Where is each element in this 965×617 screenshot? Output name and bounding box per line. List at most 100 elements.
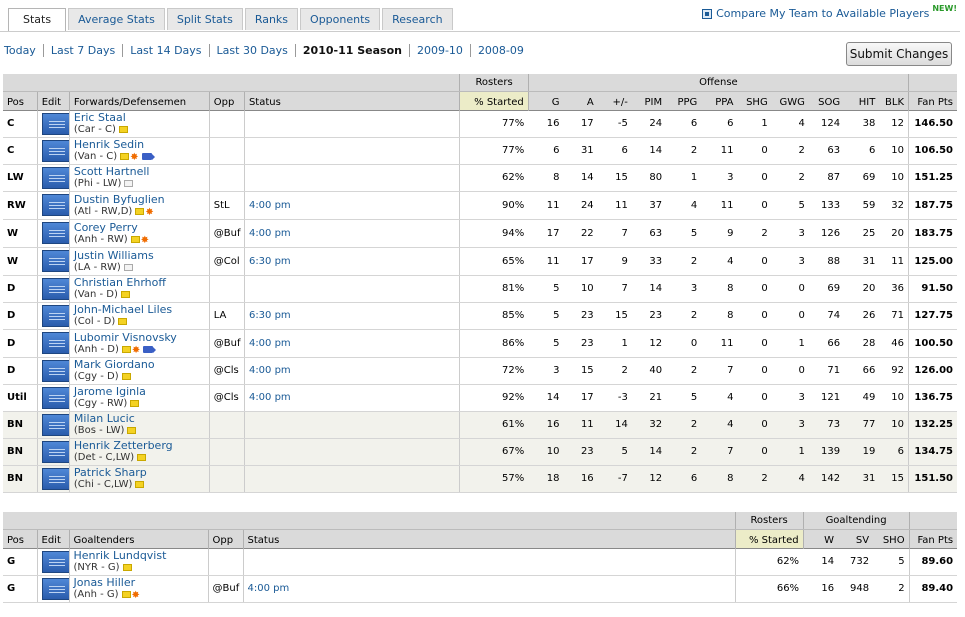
player-note-icon[interactable] xyxy=(118,318,128,325)
date-filter-2008-09[interactable]: 2008-09 xyxy=(469,44,531,57)
player-note-icon[interactable] xyxy=(130,235,140,243)
edit-position-button[interactable] xyxy=(41,139,69,162)
edit-position-button[interactable] xyxy=(41,577,68,600)
edit-position-button[interactable] xyxy=(41,386,69,409)
compare-link-text[interactable]: Compare My Team to Available Players xyxy=(716,7,929,20)
tab-split-stats[interactable]: Split Stats xyxy=(166,8,243,30)
date-filter-2010-11-season[interactable]: 2010-11 Season xyxy=(294,44,409,57)
player-name-link[interactable]: Henrik Lundqvist xyxy=(74,549,167,562)
tab-ranks[interactable]: Ranks xyxy=(244,8,299,30)
player-name-link[interactable]: Christian Ehrhoff xyxy=(74,276,166,289)
stat-w: 16 xyxy=(803,575,839,603)
tab-research[interactable]: Research xyxy=(382,8,453,30)
col-g[interactable]: G xyxy=(527,91,564,110)
edit-position-button[interactable] xyxy=(41,359,69,382)
edit-position-button[interactable] xyxy=(41,550,68,573)
stat-pm: 9 xyxy=(597,247,632,276)
player-name-link[interactable]: Mark Giordano xyxy=(74,358,155,371)
col-pct-started[interactable]: % Started xyxy=(734,529,804,548)
tab-stats[interactable]: Stats xyxy=(8,8,67,32)
edit-position-button[interactable] xyxy=(41,277,69,300)
date-filter-last-30-days[interactable]: Last 30 Days xyxy=(208,44,295,57)
video-icon[interactable] xyxy=(143,345,157,353)
date-filter-2009-10[interactable]: 2009-10 xyxy=(408,44,470,57)
player-note-icon[interactable] xyxy=(135,207,145,215)
col-status[interactable]: Status xyxy=(242,529,736,548)
col-name[interactable]: Goaltenders xyxy=(68,529,208,548)
col-pos[interactable]: Pos xyxy=(3,529,37,548)
col-fan-pts[interactable]: Fan Pts xyxy=(908,91,957,110)
col-status[interactable]: Status xyxy=(243,91,460,110)
col-name[interactable]: Forwards/Defensemen xyxy=(68,91,210,110)
player-note-icon[interactable] xyxy=(118,126,128,133)
col-pim[interactable]: PIM xyxy=(631,91,667,110)
col-opp[interactable]: Opp xyxy=(207,529,243,548)
player-note-icon[interactable] xyxy=(127,427,137,434)
date-filter-last-14-days[interactable]: Last 14 Days xyxy=(122,44,208,57)
edit-position-button[interactable] xyxy=(41,194,69,216)
col-pct-started[interactable]: % Started xyxy=(459,91,529,110)
player-note-icon[interactable] xyxy=(123,263,133,271)
player-name-link[interactable]: Scott Hartnell xyxy=(74,165,150,178)
col-gwg[interactable]: GWG xyxy=(771,91,809,110)
tab-opponents[interactable]: Opponents xyxy=(300,8,381,30)
player-name-link[interactable]: Dustin Byfuglien xyxy=(74,193,165,206)
player-note-icon[interactable] xyxy=(121,345,131,353)
col-w[interactable]: W xyxy=(802,529,839,548)
col-shg[interactable]: SHG xyxy=(737,91,772,110)
col-opp[interactable]: Opp xyxy=(208,91,245,110)
player-name-link[interactable]: Eric Staal xyxy=(74,111,126,124)
stat-a: 17 xyxy=(563,110,598,138)
player-name-link[interactable]: Jonas Hiller xyxy=(74,576,136,589)
new-note-icon: ✸ xyxy=(140,234,149,246)
player-name-link[interactable]: Justin Williams xyxy=(74,249,154,262)
player-name-link[interactable]: John-Michael Liles xyxy=(74,303,172,316)
tab-average-stats[interactable]: Average Stats xyxy=(68,8,165,30)
edit-cell xyxy=(37,548,70,576)
col-a[interactable]: A xyxy=(563,91,598,110)
player-note-icon[interactable] xyxy=(120,291,130,298)
edit-position-button[interactable] xyxy=(41,112,69,135)
player-note-icon[interactable] xyxy=(121,591,131,598)
stat-ppg: 6 xyxy=(666,110,702,138)
player-note-icon[interactable] xyxy=(124,180,134,187)
stat-ppg: 2 xyxy=(666,247,702,276)
player-name-link[interactable]: Corey Perry xyxy=(74,221,138,234)
player-name-link[interactable]: Patrick Sharp xyxy=(74,466,147,479)
col-pos[interactable]: Pos xyxy=(3,91,38,110)
compare-link[interactable]: Compare My Team to Available Players NEW… xyxy=(702,4,957,20)
player-note-icon[interactable] xyxy=(130,400,140,407)
col-hit[interactable]: HIT xyxy=(844,91,880,110)
player-name-link[interactable]: Henrik Sedin xyxy=(74,138,144,151)
video-icon[interactable] xyxy=(141,153,155,160)
player-name-link[interactable]: Henrik Zetterberg xyxy=(74,439,173,452)
col-sog[interactable]: SOG xyxy=(808,91,845,110)
col-ppg[interactable]: PPG xyxy=(666,91,702,110)
edit-position-button[interactable] xyxy=(41,467,69,490)
col-ppa[interactable]: PPA xyxy=(701,91,738,110)
edit-position-button[interactable] xyxy=(41,304,69,327)
date-filter-last-7-days[interactable]: Last 7 Days xyxy=(42,44,122,57)
col-plus-minus[interactable]: +/- xyxy=(597,91,632,110)
player-name-link[interactable]: Jarome Iginla xyxy=(74,385,146,398)
edit-position-button[interactable] xyxy=(41,222,69,244)
player-name-link[interactable]: Milan Lucic xyxy=(74,412,135,425)
player-name-link[interactable]: Lubomir Visnovsky xyxy=(74,331,177,344)
col-fan-pts[interactable]: Fan Pts xyxy=(908,529,958,548)
player-note-icon[interactable] xyxy=(121,373,131,380)
col-blk[interactable]: BLK xyxy=(879,91,909,110)
edit-position-button[interactable] xyxy=(41,250,69,272)
player-note-icon[interactable] xyxy=(120,153,130,160)
player-note-icon[interactable] xyxy=(122,564,132,571)
player-note-icon[interactable] xyxy=(137,454,147,461)
player-note-icon[interactable] xyxy=(135,481,145,488)
edit-position-button[interactable] xyxy=(41,413,69,436)
edit-position-button[interactable] xyxy=(41,440,69,463)
edit-position-button[interactable] xyxy=(41,332,69,354)
col-sho[interactable]: SHO xyxy=(873,529,910,548)
edit-position-button[interactable] xyxy=(41,166,69,189)
date-filter-today[interactable]: Today xyxy=(4,44,43,57)
submit-changes-button[interactable]: Submit Changes xyxy=(846,42,952,66)
col-sv[interactable]: SV xyxy=(838,529,874,548)
fan-pts: 89.60 xyxy=(908,548,958,576)
